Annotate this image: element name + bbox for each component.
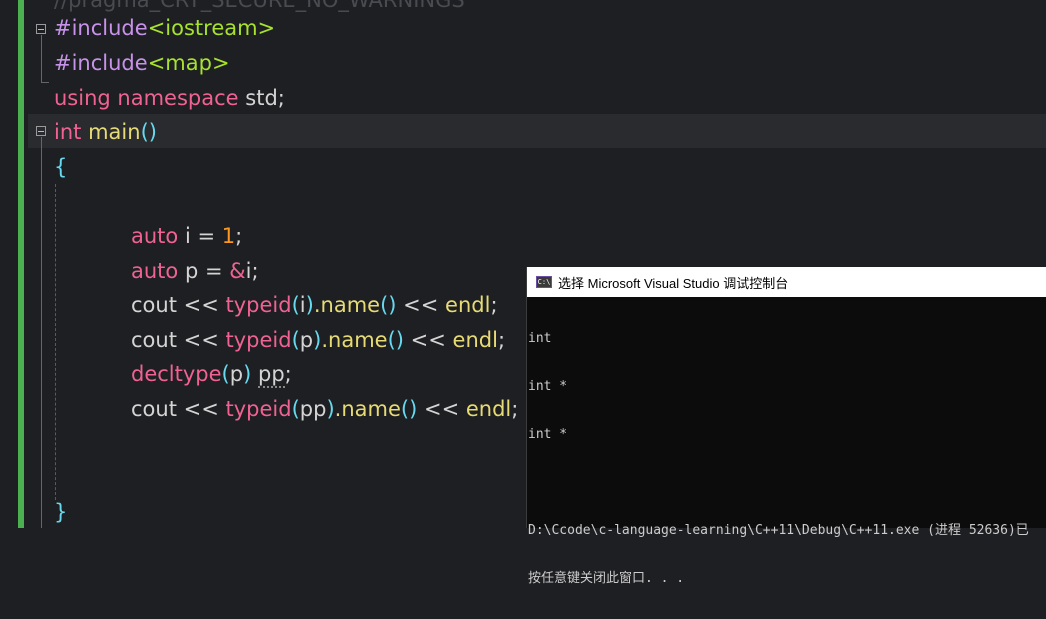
indent-guide bbox=[55, 184, 56, 500]
code-line-using-namespace[interactable]: using namespace std; bbox=[54, 81, 285, 115]
code-line-brace-open[interactable]: { bbox=[54, 150, 67, 184]
fold-guide bbox=[41, 137, 42, 528]
code-line-main[interactable]: int main() bbox=[54, 115, 157, 149]
current-line-highlight bbox=[28, 114, 1046, 148]
fold-guide bbox=[41, 35, 42, 83]
console-output-line: int * bbox=[528, 379, 568, 394]
console-output-line: D:\Ccode\c-language-learning\C++11\Debug… bbox=[528, 523, 1029, 538]
code-line-auto-p[interactable]: auto p = &i; bbox=[131, 254, 259, 288]
code-line-cout-typeid-pp[interactable]: cout << typeid(pp).name() << endl; bbox=[131, 392, 518, 426]
code-line-include-map[interactable]: #include<map> bbox=[54, 46, 230, 80]
fold-collapse-icon[interactable] bbox=[36, 24, 46, 34]
code-line-cout-typeid-i[interactable]: cout << typeid(i).name() << endl; bbox=[131, 288, 498, 322]
code-line-auto-i[interactable]: auto i = 1; bbox=[131, 219, 242, 253]
console-output[interactable]: int int * int * D:\Ccode\c-language-lear… bbox=[527, 297, 1046, 619]
code-line-include-iostream[interactable]: #include<iostream> bbox=[54, 11, 275, 45]
code-line-cout-typeid-p[interactable]: cout << typeid(p).name() << endl; bbox=[131, 323, 505, 357]
fold-collapse-icon[interactable] bbox=[36, 126, 46, 136]
console-title: 选择 Microsoft Visual Studio 调试控制台 bbox=[558, 275, 789, 291]
console-app-icon: C:\ bbox=[536, 276, 552, 288]
fold-guide-end bbox=[41, 82, 49, 83]
code-line-decltype[interactable]: decltype(p) pp; bbox=[131, 357, 292, 391]
console-output-line: 按任意键关闭此窗口. . . bbox=[528, 571, 685, 586]
console-output-line: int bbox=[528, 331, 552, 346]
console-output-line: int * bbox=[528, 427, 568, 442]
debug-console-window[interactable]: C:\ 选择 Microsoft Visual Studio 调试控制台 int… bbox=[526, 267, 1046, 586]
code-line-brace-close[interactable]: } bbox=[54, 495, 67, 529]
console-title-bar[interactable]: C:\ 选择 Microsoft Visual Studio 调试控制台 bbox=[527, 267, 1046, 297]
